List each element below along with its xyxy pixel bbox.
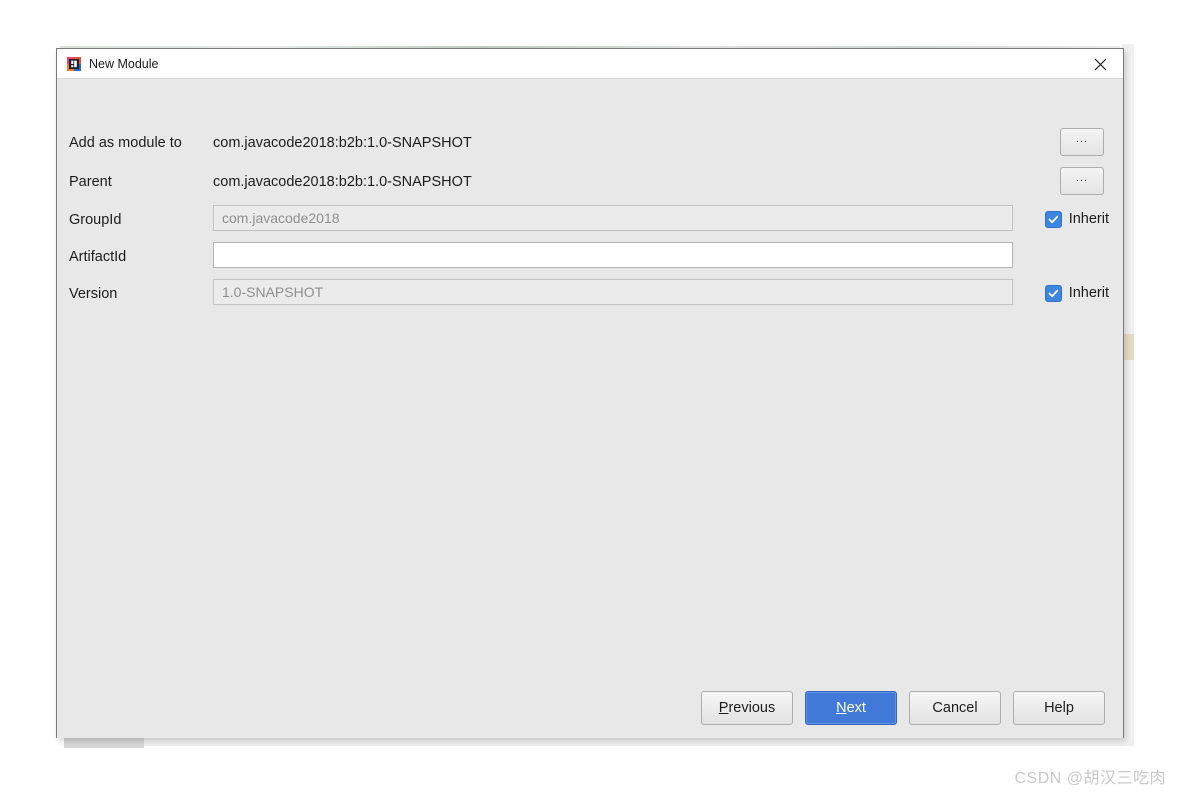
next-button[interactable]: Next [805, 691, 897, 725]
background-bottom-strip [144, 738, 1134, 746]
browse-parent-button[interactable]: ... [1060, 167, 1104, 195]
group-id-input[interactable] [213, 205, 1013, 231]
background-right-chip [1124, 334, 1134, 360]
next-button-rest: ext [846, 700, 866, 716]
version-inherit-label: Inherit [1068, 285, 1109, 301]
label-version: Version [69, 286, 118, 302]
group-id-inherit-checkbox[interactable]: Inherit [1044, 207, 1109, 231]
browse-module-button[interactable]: ... [1060, 128, 1104, 156]
label-parent: Parent [69, 174, 112, 190]
dialog-button-bar: Previous Next Cancel Help [57, 691, 1123, 725]
artifact-id-input[interactable] [213, 242, 1013, 268]
screen: New Module Add as module to com.javacode… [0, 0, 1180, 796]
label-artifact-id: ArtifactId [69, 249, 127, 265]
group-id-inherit-label: Inherit [1068, 211, 1109, 227]
row-artifact-id: ArtifactId [57, 242, 1123, 272]
dialog-titlebar: New Module [57, 49, 1123, 79]
value-add-as-module-to: com.javacode2018:b2b:1.0-SNAPSHOT [213, 135, 472, 151]
row-parent: Parent com.javacode2018:b2b:1.0-SNAPSHOT… [57, 167, 1123, 197]
new-module-dialog: New Module Add as module to com.javacode… [56, 48, 1124, 738]
previous-mnemonic: P [718, 700, 729, 716]
checkmark-icon [1044, 284, 1062, 302]
help-button[interactable]: Help [1013, 691, 1105, 725]
previous-button-rest: revious [728, 700, 776, 716]
value-parent: com.javacode2018:b2b:1.0-SNAPSHOT [213, 174, 472, 190]
row-group-id: GroupId Inherit [57, 205, 1123, 235]
version-inherit-checkbox[interactable]: Inherit [1044, 281, 1109, 305]
row-add-as-module-to: Add as module to com.javacode2018:b2b:1.… [57, 128, 1123, 158]
background-bottom-tab [64, 738, 144, 748]
cancel-button[interactable]: Cancel [909, 691, 1001, 725]
dialog-title: New Module [89, 57, 159, 71]
label-add-as-module-to: Add as module to [69, 135, 182, 151]
previous-button[interactable]: Previous [701, 691, 793, 725]
close-icon[interactable] [1077, 49, 1123, 79]
label-group-id: GroupId [69, 212, 122, 228]
checkmark-icon [1044, 210, 1062, 228]
dialog-content: Add as module to com.javacode2018:b2b:1.… [57, 79, 1123, 738]
row-version: Version Inherit [57, 279, 1123, 309]
version-input[interactable] [213, 279, 1013, 305]
next-mnemonic: N [836, 700, 847, 716]
csdn-watermark: CSDN @胡汉三吃肉 [1014, 770, 1166, 787]
intellij-module-icon [66, 56, 82, 72]
